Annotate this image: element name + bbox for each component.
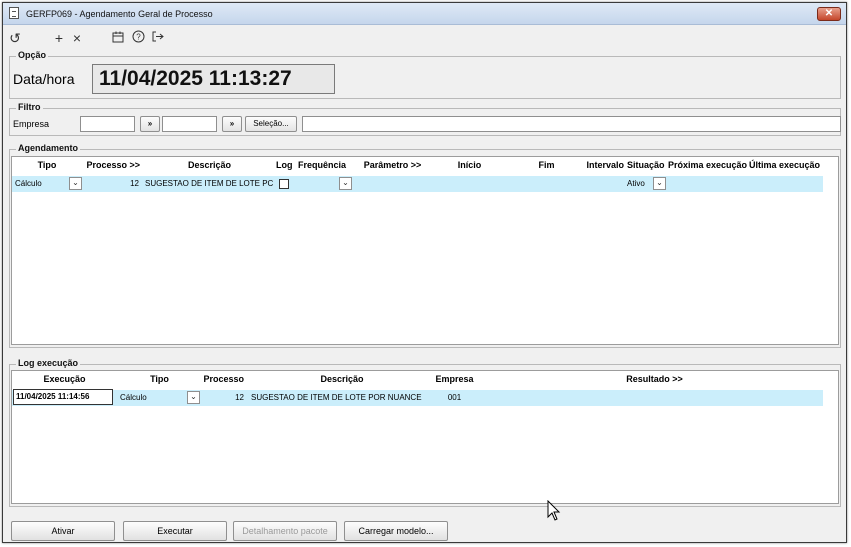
col-inicio[interactable]: Início <box>432 157 507 173</box>
document-icon <box>9 7 19 19</box>
cell-situacao: Ativo <box>627 179 645 188</box>
col-execucao[interactable]: Execução <box>12 371 117 387</box>
chevron-down-icon[interactable]: ⌄ <box>339 177 352 190</box>
col-proxima-execucao[interactable]: Próxima execução <box>668 157 748 173</box>
col-tipo[interactable]: Tipo <box>117 371 202 387</box>
cell-tipo: Cálculo <box>15 179 42 188</box>
cell-execucao[interactable]: 11/04/2025 11:14:56 <box>13 389 113 405</box>
selecao-button[interactable]: Seleção... <box>245 116 297 132</box>
col-tipo[interactable]: Tipo <box>12 157 82 173</box>
chevron-down-icon[interactable]: ⌄ <box>69 177 82 190</box>
col-descricao[interactable]: Descrição <box>142 157 277 173</box>
log-checkbox[interactable] <box>279 179 289 189</box>
table-row[interactable]: 11/04/2025 11:14:56 Cálculo ⌄ 12 SUGESTA… <box>12 389 823 406</box>
toolbar: ↺ + × ? <box>3 27 846 49</box>
opcao-legend: Opção <box>16 50 49 60</box>
cell-processo: 12 <box>235 393 244 402</box>
empresa-to-input[interactable] <box>162 116 217 132</box>
chevron-down-icon[interactable]: ⌄ <box>653 177 666 190</box>
col-empresa[interactable]: Empresa <box>432 371 477 387</box>
datetime-label: Data/hora <box>13 71 75 87</box>
window-title: GERFP069 - Agendamento Geral de Processo <box>26 9 213 19</box>
agendamento-grid: Tipo Processo >> Descrição Log Frequênci… <box>11 156 839 345</box>
help-icon[interactable]: ? <box>130 30 146 46</box>
cell-tipo: Cálculo <box>120 393 147 402</box>
datetime-value: 11/04/2025 11:13:27 <box>92 64 335 94</box>
chevron-down-icon[interactable]: ⌄ <box>187 391 200 404</box>
col-processo[interactable]: Processo >> <box>82 157 140 173</box>
log-execucao-grid: Execução Tipo Processo Descrição Empresa… <box>11 370 839 504</box>
main-window: GERFP069 - Agendamento Geral de Processo… <box>2 2 847 543</box>
carregar-modelo-button[interactable]: Carregar modelo... <box>344 521 448 541</box>
col-situacao[interactable]: Situação <box>627 157 667 173</box>
filtro-legend: Filtro <box>16 102 43 112</box>
empresa-from-lookup-button[interactable]: » <box>140 116 160 132</box>
col-processo[interactable]: Processo <box>202 371 244 387</box>
ativar-button[interactable]: Ativar <box>11 521 115 541</box>
empresa-from-input[interactable] <box>80 116 135 132</box>
col-ultima-execucao[interactable]: Última execução <box>749 157 829 173</box>
empresa-label: Empresa <box>13 119 50 129</box>
add-icon[interactable]: + <box>51 30 67 46</box>
cell-descricao: SUGESTAO DE ITEM DE LOTE POR NUANCE <box>251 393 422 402</box>
log-execucao-legend: Log execução <box>16 358 81 368</box>
exit-icon[interactable] <box>149 30 165 46</box>
col-parametro[interactable]: Parâmetro >> <box>355 157 430 173</box>
agendamento-legend: Agendamento <box>16 143 81 153</box>
close-button[interactable]: ✕ <box>817 7 841 21</box>
cell-empresa: 001 <box>447 393 462 402</box>
empresa-to-lookup-button[interactable]: » <box>222 116 242 132</box>
title-bar: GERFP069 - Agendamento Geral de Processo… <box>3 3 846 25</box>
mouse-cursor-icon <box>547 500 561 521</box>
col-frequencia[interactable]: Frequência <box>298 157 353 173</box>
delete-icon[interactable]: × <box>69 30 85 46</box>
cell-processo: 12 <box>130 179 139 188</box>
col-fim[interactable]: Fim <box>509 157 584 173</box>
detalhamento-pacote-button[interactable]: Detalhamento pacote <box>233 521 337 541</box>
cell-descricao: SUGESTAO DE ITEM DE LOTE PC <box>145 179 274 188</box>
svg-text:?: ? <box>136 33 141 42</box>
col-descricao[interactable]: Descrição <box>252 371 432 387</box>
col-log[interactable]: Log <box>276 157 296 173</box>
col-resultado[interactable]: Resultado >> <box>482 371 827 387</box>
col-intervalo[interactable]: Intervalo <box>582 157 624 173</box>
executar-button[interactable]: Executar <box>123 521 227 541</box>
selecao-input[interactable] <box>302 116 841 132</box>
calendar-icon[interactable] <box>110 30 126 46</box>
table-row[interactable]: Cálculo ⌄ 12 SUGESTAO DE ITEM DE LOTE PC… <box>12 176 823 192</box>
refresh-icon[interactable]: ↺ <box>7 30 23 46</box>
